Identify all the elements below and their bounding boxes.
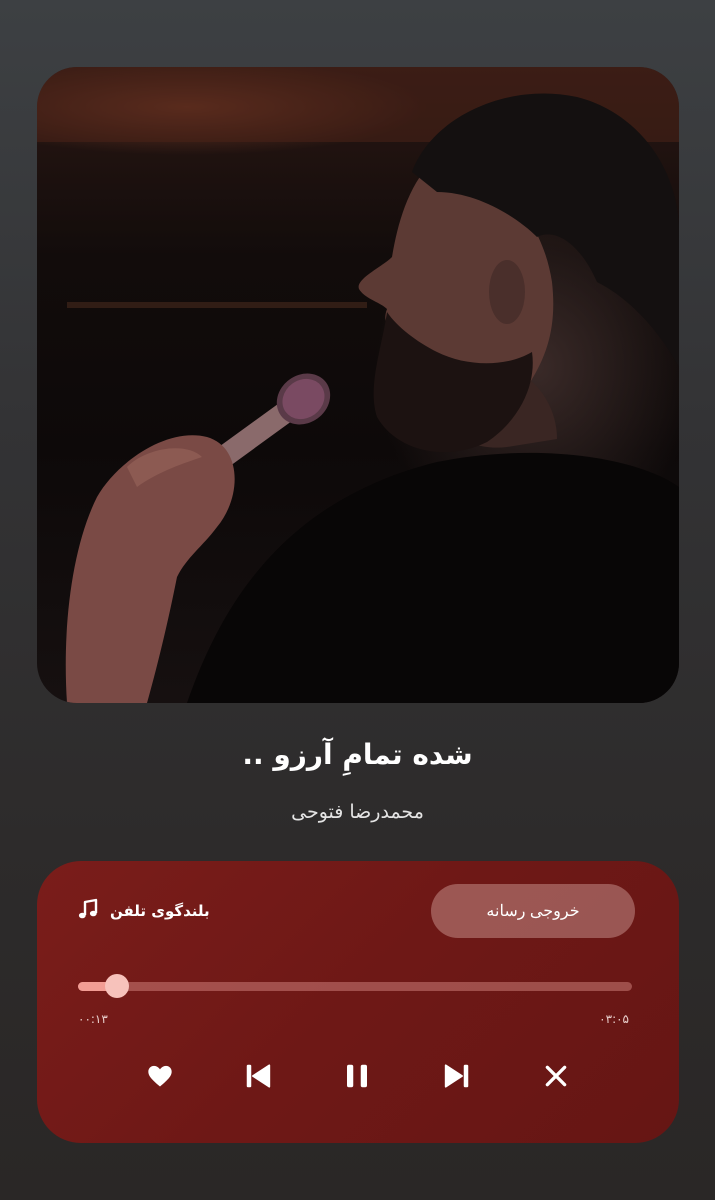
media-output-button[interactable]: خروجی رسانه <box>431 884 635 938</box>
progress-thumb[interactable] <box>104 974 129 998</box>
elapsed-time: ۰۰:۱۳ <box>78 1012 108 1026</box>
close-icon <box>543 1063 569 1092</box>
next-icon <box>442 1061 472 1094</box>
artist-name: محمدرضا فتوحی <box>291 801 424 823</box>
like-button[interactable] <box>140 1057 180 1097</box>
media-output-panel: بلندگوی تلفن خروجی رسانه ۰۰:۱۳ ۰۳:۰۵ <box>37 861 679 1143</box>
previous-button[interactable] <box>238 1057 278 1097</box>
total-time: ۰۳:۰۵ <box>599 1012 629 1026</box>
heart-icon <box>146 1062 174 1093</box>
device-label: بلندگوی تلفن <box>110 902 210 920</box>
previous-icon <box>243 1061 273 1094</box>
music-note-icon <box>76 897 100 925</box>
pause-button[interactable] <box>337 1057 377 1097</box>
progress-bar[interactable] <box>78 982 632 991</box>
pause-icon <box>342 1061 372 1094</box>
next-button[interactable] <box>437 1057 477 1097</box>
album-art <box>37 67 679 703</box>
output-device[interactable]: بلندگوی تلفن <box>76 897 210 925</box>
track-title: شده تمامِ آرزو .. <box>242 738 473 771</box>
close-button[interactable] <box>536 1057 576 1097</box>
